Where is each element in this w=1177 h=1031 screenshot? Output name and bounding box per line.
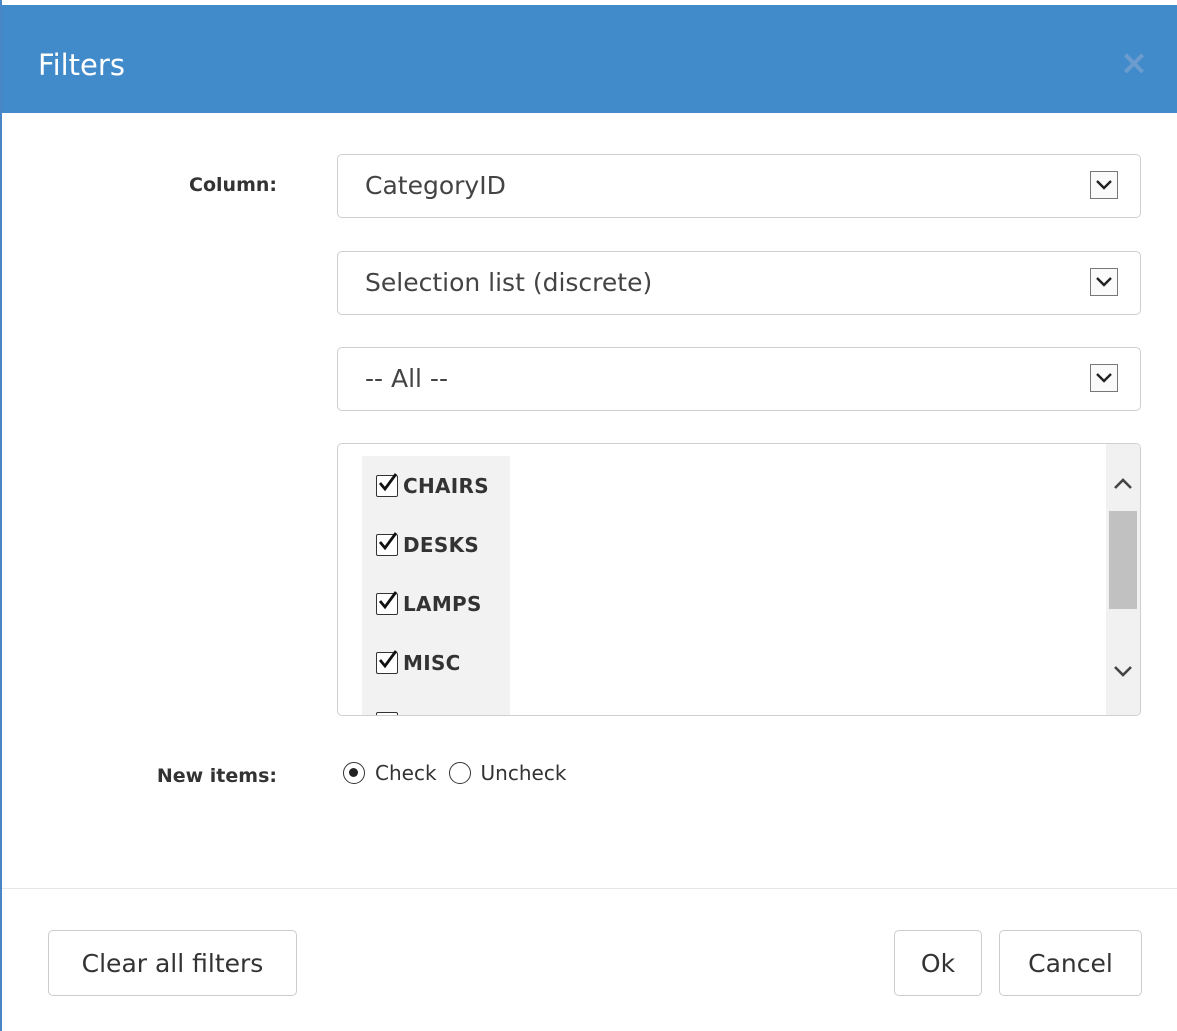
filters-dialog: Filters × Column: CategoryID Selection l…: [0, 0, 1177, 1031]
chevron-down-icon: [1090, 268, 1118, 296]
list-item-label: CHAIRS: [403, 474, 489, 498]
values-listbox[interactable]: CHAIRS DESKS LAMPS MISC: [337, 443, 1141, 716]
radio-check[interactable]: [343, 762, 365, 784]
radio-uncheck-label[interactable]: Uncheck: [481, 761, 567, 785]
list-item-partial[interactable]: [376, 708, 403, 715]
close-icon[interactable]: ×: [1116, 43, 1152, 83]
radio-uncheck[interactable]: [448, 762, 471, 784]
scrollbar[interactable]: [1106, 444, 1140, 715]
list-item-label: DESKS: [403, 533, 480, 557]
footer-divider: [2, 888, 1177, 889]
column-select[interactable]: CategoryID: [337, 154, 1141, 218]
dialog-title: Filters: [38, 48, 125, 82]
column-label: Column:: [189, 174, 277, 196]
filter-type-select[interactable]: Selection list (discrete): [337, 251, 1141, 315]
chevron-down-icon: [1090, 364, 1118, 392]
ok-button[interactable]: Ok: [894, 930, 982, 996]
values-list: CHAIRS DESKS LAMPS MISC: [362, 456, 510, 715]
clear-all-filters-button[interactable]: Clear all filters: [48, 930, 297, 996]
dialog-header: Filters ×: [2, 5, 1177, 113]
list-item[interactable]: DESKS: [376, 530, 479, 560]
checkbox-checked[interactable]: [376, 591, 398, 615]
column-select-value: CategoryID: [365, 171, 506, 200]
checkbox-partial[interactable]: [376, 712, 398, 715]
chevron-down-icon: [1090, 171, 1118, 199]
checkbox-checked[interactable]: [376, 532, 398, 556]
list-item[interactable]: CHAIRS: [376, 471, 489, 501]
new-items-radio-group: Check Uncheck: [343, 758, 578, 788]
radio-check-label[interactable]: Check: [375, 761, 437, 785]
checkbox-checked[interactable]: [376, 650, 398, 674]
list-item-label: LAMPS: [403, 592, 482, 616]
scroll-thumb[interactable]: [1109, 511, 1137, 609]
cancel-button[interactable]: Cancel: [999, 930, 1142, 996]
filter-type-select-value: Selection list (discrete): [365, 268, 653, 297]
list-item-label: MISC: [403, 651, 461, 675]
chevron-up-icon[interactable]: [1106, 468, 1140, 502]
new-items-label: New items:: [156, 765, 277, 787]
list-item[interactable]: LAMPS: [376, 589, 482, 619]
list-item[interactable]: MISC: [376, 648, 461, 678]
selection-select[interactable]: -- All --: [337, 347, 1141, 411]
checkbox-checked[interactable]: [376, 473, 398, 497]
chevron-down-icon[interactable]: [1106, 654, 1140, 688]
selection-select-value: -- All --: [365, 364, 448, 393]
